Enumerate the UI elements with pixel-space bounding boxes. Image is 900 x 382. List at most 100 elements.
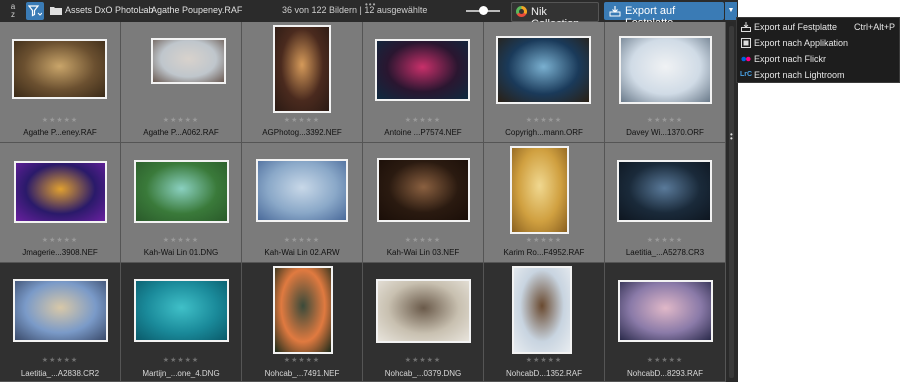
thumbnail-filename: Karim Ro...F4952.RAF [503, 248, 585, 257]
export-app-icon [741, 38, 751, 48]
rating-stars[interactable]: ★★★★★ [484, 116, 604, 124]
menu-item-label: Export nach Applikation [754, 38, 849, 48]
rating-stars[interactable]: ★★★★★ [363, 236, 483, 244]
rating-stars[interactable]: ★★★★★ [0, 356, 120, 364]
rating-stars[interactable]: ★★★★★ [0, 236, 120, 244]
thumbnail-cell[interactable]: ★★★★★ Agathe P...eney.RAF [0, 22, 121, 143]
sort-az-icon: a z [10, 2, 16, 19]
thumbnail-filename: Laetitia_...A5278.CR3 [625, 248, 705, 257]
thumbnail-filename: Nohcab_...7491.NEF [264, 369, 340, 378]
filter-button[interactable] [26, 2, 44, 20]
thumbnail-filename: Kah-Wai Lin 02.ARW [264, 248, 340, 257]
export-disk-icon [609, 6, 621, 17]
thumbnail-cell[interactable]: ★★★★★ Kah-Wai Lin 03.NEF [363, 143, 484, 263]
thumbnail-filename: Kah-Wai Lin 01.DNG [143, 248, 219, 257]
thumbnail-cell[interactable]: ★★★★★ Nohcab_...7491.NEF [242, 263, 363, 382]
export-button[interactable]: Export auf Festplatte [604, 2, 724, 29]
thumbnail-image[interactable] [134, 279, 229, 342]
rating-stars[interactable]: ★★★★★ [242, 236, 362, 244]
thumbnail-image[interactable] [13, 279, 108, 342]
thumbnail-image[interactable] [273, 25, 331, 113]
thumbnail-cell[interactable]: ★★★★★ Antoine ...P7574.NEF [363, 22, 484, 143]
menu-item-label: Export nach Lightroom [754, 70, 845, 80]
rating-stars[interactable]: ★★★★★ [121, 356, 241, 364]
thumbnail-cell[interactable]: ★★★★★ NohcabD...1352.RAF [484, 263, 605, 382]
thumbnail-filename: Martijn_...one_4.DNG [142, 369, 220, 378]
breadcrumb-image[interactable]: Agathe Poupeney.RAF [151, 5, 242, 15]
thumbnail-filename: Nohcab_...0379.DNG [384, 369, 462, 378]
thumbnail-filename: Copyrigh...mann.ORF [505, 128, 583, 137]
thumbnail-cell[interactable]: ★★★★★ Nohcab_...0379.DNG [363, 263, 484, 382]
menu-item-export-flickr[interactable]: Export nach Flickr [737, 51, 899, 67]
image-count: 36 von 122 Bildern | 12 ausgewählte [282, 5, 428, 15]
slider-knob[interactable] [478, 6, 488, 15]
thumbnail-image[interactable] [12, 39, 107, 99]
breadcrumb-separator: • [141, 5, 145, 15]
thumbnail-image[interactable] [151, 38, 226, 84]
nik-logo-icon [516, 6, 527, 17]
thumbnail-image[interactable] [273, 266, 333, 354]
thumbnail-cell[interactable]: ★★★★★ Agathe P...A062.RAF [121, 22, 242, 143]
lightroom-icon: LrC [740, 71, 753, 78]
thumbnail-image[interactable] [512, 266, 572, 354]
thumbnail-cell[interactable]: ★★★★★ Martijn_...one_4.DNG [121, 263, 242, 382]
thumbnail-filename: Antoine ...P7574.NEF [384, 128, 462, 137]
export-disk-icon [741, 22, 751, 32]
rating-stars[interactable]: ★★★★★ [484, 236, 604, 244]
rating-stars[interactable]: ★★★★★ [242, 356, 362, 364]
thumbnail-filename: Agathe P...A062.RAF [143, 128, 219, 137]
rating-stars[interactable]: ★★★★★ [605, 236, 725, 244]
thumbnail-image[interactable] [619, 36, 712, 104]
rating-stars[interactable]: ★★★★★ [363, 116, 483, 124]
rating-stars[interactable]: ★★★★★ [121, 116, 241, 124]
thumbnail-cell[interactable]: ★★★★★ AGPhotog...3392.NEF [242, 22, 363, 143]
rating-stars[interactable]: ★★★★★ [605, 356, 725, 364]
thumbnail-cell[interactable]: ★★★★★ Laetitia_...A2838.CR2 [0, 263, 121, 382]
rating-stars[interactable]: ★★★★★ [605, 116, 725, 124]
panel-handle-icon[interactable]: • • [730, 131, 733, 143]
thumbnail-filename: Kah-Wai Lin 03.NEF [386, 248, 460, 257]
rating-stars[interactable]: ★★★★★ [363, 356, 483, 364]
toolbar: a z Assets DxO PhotoLab • Agathe Poupene… [0, 0, 738, 30]
thumbnail-filename: Davey Wi...1370.ORF [626, 128, 704, 137]
rating-stars[interactable]: ★★★★★ [484, 356, 604, 364]
menu-item-export-disk[interactable]: Export auf Festplatte Ctrl+Alt+P [737, 19, 899, 35]
rating-stars[interactable]: ★★★★★ [242, 116, 362, 124]
thumbnail-grid: ★★★★★ Agathe P...eney.RAF ★★★★★ Agathe P...… [0, 22, 726, 382]
menu-item-label: Export nach Flickr [754, 54, 827, 64]
thumbnail-image[interactable] [375, 39, 470, 101]
folder-icon [50, 7, 62, 15]
menu-item-export-lightroom[interactable]: LrC Export nach Lightroom [737, 67, 899, 83]
menu-item-shortcut: Ctrl+Alt+P [853, 22, 895, 32]
thumbnail-image[interactable] [376, 279, 471, 343]
menu-item-label: Export auf Festplatte [754, 22, 838, 32]
thumbnail-image[interactable] [496, 36, 591, 104]
sort-button[interactable]: a z [3, 2, 23, 20]
thumbnail-filename: Agathe P...eney.RAF [23, 128, 97, 137]
thumbnail-filename: NohcabD...8293.RAF [626, 369, 704, 378]
thumbnail-image[interactable] [617, 160, 712, 222]
thumbnail-cell[interactable]: ★★★★★ NohcabD...8293.RAF [605, 263, 726, 382]
thumbnail-image[interactable] [14, 161, 107, 223]
scrollbar-thumb[interactable] [729, 26, 734, 378]
thumbnail-cell[interactable]: ★★★★★ Kah-Wai Lin 01.DNG [121, 143, 242, 263]
nik-collection-button[interactable]: Nik Collection [511, 2, 599, 30]
flickr-icon [741, 56, 751, 62]
panel-grip-icon[interactable]: ••• [365, 0, 376, 9]
rating-stars[interactable]: ★★★★★ [121, 236, 241, 244]
thumbnail-image[interactable] [377, 158, 470, 222]
thumbnail-cell[interactable]: ★★★★★ Copyrigh...mann.ORF [484, 22, 605, 143]
thumbnail-cell[interactable]: ★★★★★ Kah-Wai Lin 02.ARW [242, 143, 363, 263]
thumbnail-image[interactable] [510, 146, 569, 234]
thumbnail-cell[interactable]: ★★★★★ Davey Wi...1370.ORF [605, 22, 726, 143]
menu-item-export-app[interactable]: Export nach Applikation [737, 35, 899, 51]
thumbnail-filename: AGPhotog...3392.NEF [262, 128, 342, 137]
thumbnail-cell[interactable]: ★★★★★ Laetitia_...A5278.CR3 [605, 143, 726, 263]
thumbnail-cell[interactable]: ★★★★★ Jmagerie...3908.NEF [0, 143, 121, 263]
thumbnail-image[interactable] [618, 280, 713, 342]
rating-stars[interactable]: ★★★★★ [0, 116, 120, 124]
thumbnail-filename: Laetitia_...A2838.CR2 [20, 369, 100, 378]
thumbnail-cell[interactable]: ★★★★★ Karim Ro...F4952.RAF [484, 143, 605, 263]
thumbnail-image[interactable] [134, 160, 229, 223]
thumbnail-image[interactable] [256, 159, 348, 222]
